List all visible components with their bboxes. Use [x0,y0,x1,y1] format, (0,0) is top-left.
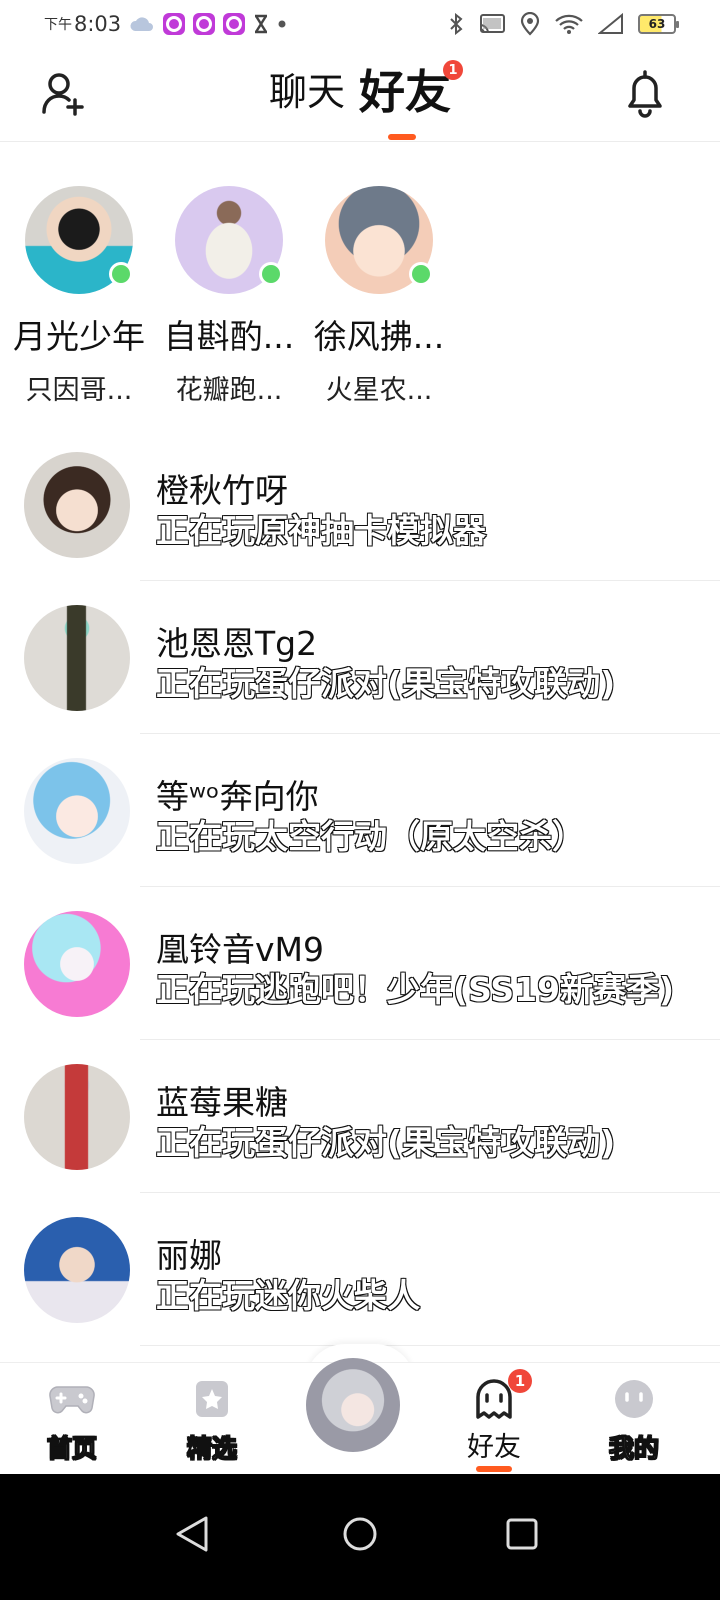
tab-chat-label: 聊天 [268,70,345,114]
system-navigation-bar [0,1474,720,1600]
divider [140,733,720,734]
divider [140,1039,720,1040]
active-nav-indicator [476,1466,512,1472]
recents-icon[interactable] [492,1504,552,1564]
friend-list: 橙秋竹呀 正在玩原神抽卡模拟器 池恩恩Tg2 正在玩蛋仔派对(果宝特攻联动) 等… [0,452,720,1370]
tab-friends-label: 好友 [359,65,451,119]
online-friend-name: 月光少年 [13,317,145,356]
battery-icon: 63 [638,14,679,34]
home-icon[interactable] [330,1504,390,1564]
header-tabs: 聊天 好友 1 [0,60,720,122]
online-friend-status: 花瓣跑... [175,375,283,406]
friend-activity: 正在玩逃跑吧！少年(SS19新赛季) [155,969,675,1009]
avatar [24,1217,130,1323]
nav-friends-badge: 1 [508,1369,532,1393]
top-header: 聊天 好友 1 [0,48,720,142]
online-friend[interactable]: 月光少年 只因哥... [4,186,154,407]
bell-icon[interactable] [622,68,668,118]
online-friend-name: 徐风拂... [313,317,445,356]
nav-me[interactable]: 我的 [584,1377,684,1465]
status-time-prefix: 下午 [44,17,72,33]
list-item[interactable]: 蓝莓果糖 正在玩蛋仔派对(果宝特攻联动) [0,1064,720,1217]
status-bar: 下午 8:03 63 [0,0,720,48]
online-status-dot [109,262,133,286]
nav-featured-label: 精选 [186,1434,237,1464]
app-notification-icon [163,13,186,35]
list-item[interactable]: 池恩恩Tg2 正在玩蛋仔派对(果宝特攻联动) [0,605,720,758]
hourglass-icon [255,14,268,34]
battery-level: 63 [648,17,666,31]
bluetooth-icon [450,13,463,35]
friend-activity: 正在玩蛋仔派对(果宝特攻联动) [155,1122,616,1162]
star-card-icon [196,1381,228,1417]
friend-activity: 正在玩原神抽卡模拟器 [155,510,486,550]
divider [140,1192,720,1193]
nav-friends-label: 好友 [467,1432,521,1463]
list-item[interactable]: 橙秋竹呀 正在玩原神抽卡模拟器 [0,452,720,605]
cast-icon [479,14,505,34]
list-item[interactable]: 凰铃音vM9 正在玩逃跑吧！少年(SS19新赛季) [0,911,720,1064]
online-friend-name: 自斟酌... [163,317,295,356]
nav-me-label: 我的 [608,1434,659,1464]
divider [140,580,720,581]
signal-icon [598,13,623,34]
online-friend[interactable]: 自斟酌... 花瓣跑... [154,186,304,407]
friend-activity: 正在玩迷你火柴人 [155,1275,420,1315]
divider [140,1345,720,1346]
online-friends-strip: 月光少年 只因哥... 自斟酌... 花瓣跑... 徐风拂... 火星农... [0,186,720,406]
online-status-dot [409,262,433,286]
avatar [24,452,130,558]
nav-home-label: 首页 [46,1434,97,1464]
user-avatar[interactable] [306,1358,400,1452]
app-notification-icon [193,13,216,35]
location-icon [520,12,540,36]
gamepad-icon [49,1386,95,1414]
smile-face-icon [615,1380,653,1418]
tab-chat[interactable]: 聊天 [269,62,345,122]
nav-friends[interactable]: 1 好友 [444,1369,544,1472]
back-icon[interactable] [162,1504,222,1564]
status-time: 8:03 [74,12,122,36]
tab-friends-badge: 1 [443,60,463,80]
app-notification-icon [223,13,246,35]
nav-home[interactable]: 首页 [22,1377,122,1465]
divider [140,886,720,887]
friend-activity: 正在玩蛋仔派对(果宝特攻联动) [155,663,616,703]
avatar [24,911,130,1017]
cloud-icon [130,17,154,31]
avatar [24,1064,130,1170]
dot-icon [278,20,286,28]
online-friend-status: 火星农... [325,375,433,406]
friend-activity: 正在玩太空行动（原太空杀） [155,816,585,856]
online-status-dot [259,262,283,286]
tab-friends[interactable]: 好友 1 [359,60,463,122]
ghost-icon: 1 [470,1369,532,1421]
wifi-icon [555,14,583,34]
list-item[interactable]: 等ʷᵒ奔向你 正在玩太空行动（原太空杀） [0,758,720,911]
nav-featured[interactable]: 精选 [162,1377,262,1465]
online-friend[interactable]: 徐风拂... 火星农... [304,186,454,407]
online-friend-status: 只因哥... [25,375,133,406]
avatar [24,758,130,864]
active-tab-indicator [388,134,416,140]
avatar [24,605,130,711]
